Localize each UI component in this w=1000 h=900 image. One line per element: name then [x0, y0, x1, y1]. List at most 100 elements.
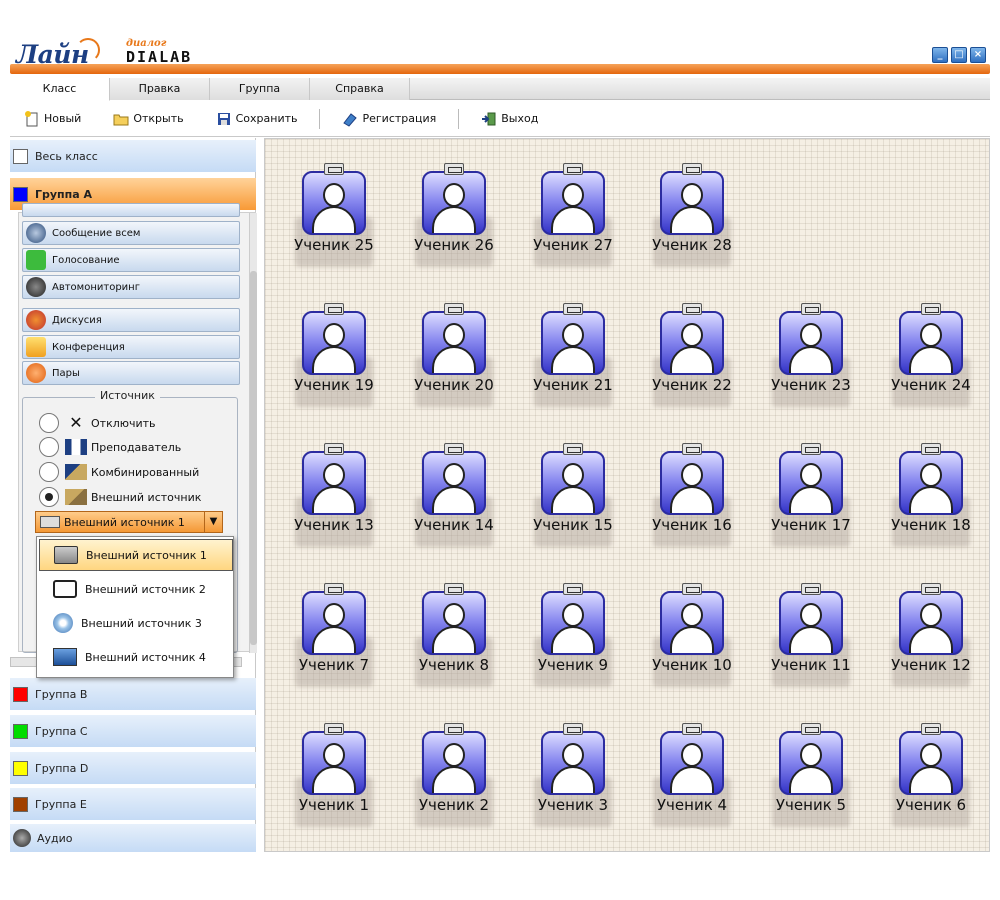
- student-card[interactable]: Ученик 27: [530, 163, 616, 273]
- student-avatar-icon: [541, 591, 605, 655]
- radio-teacher-button[interactable]: [39, 437, 59, 457]
- message-all-button[interactable]: Сообщение всем: [22, 221, 240, 245]
- maximize-button[interactable]: □: [951, 47, 967, 63]
- group-c-item[interactable]: Группа C: [10, 715, 256, 747]
- cd-disc-icon: [53, 613, 73, 633]
- new-file-icon: [25, 110, 38, 126]
- toolbar-separator: [319, 108, 321, 129]
- open-button[interactable]: Открыть: [113, 111, 184, 127]
- scrollbar-thumb[interactable]: [250, 271, 257, 645]
- student-card[interactable]: Ученик 24: [888, 303, 974, 413]
- automonitoring-button[interactable]: Автомониторинг: [22, 275, 240, 299]
- avatar-head: [800, 603, 822, 627]
- avatar-head: [323, 323, 345, 347]
- student-card[interactable]: Ученик 12: [888, 583, 974, 693]
- group-e-item[interactable]: Группа E: [10, 788, 256, 820]
- avatar-head: [800, 463, 822, 487]
- student-card[interactable]: Ученик 5: [768, 723, 854, 833]
- student-card[interactable]: Ученик 18: [888, 443, 974, 553]
- avatar-body: [432, 486, 476, 513]
- avatar-body: [670, 206, 714, 233]
- avatar-body: [909, 626, 953, 653]
- automonitoring-label: Автомониторинг: [52, 281, 140, 293]
- group-d-item[interactable]: Группа D: [10, 752, 256, 784]
- student-card[interactable]: Ученик 22: [649, 303, 735, 413]
- source-option-3[interactable]: Внешний источник 3: [39, 607, 233, 639]
- minimize-button[interactable]: _: [932, 47, 948, 63]
- student-card[interactable]: Ученик 19: [291, 303, 377, 413]
- pairs-button[interactable]: Пары: [22, 361, 240, 385]
- student-card[interactable]: Ученик 2: [411, 723, 497, 833]
- avatar-body: [670, 346, 714, 373]
- whole-class-item[interactable]: Весь класс: [10, 140, 256, 172]
- source-option-1[interactable]: Внешний источник 1: [39, 539, 233, 571]
- register-button[interactable]: Регистрация: [342, 111, 436, 127]
- student-name: Ученик 27: [533, 237, 613, 254]
- save-button[interactable]: Сохранить: [216, 111, 297, 127]
- radio-teacher[interactable]: Преподаватель: [39, 437, 181, 457]
- student-card[interactable]: Ученик 13: [291, 443, 377, 553]
- student-card[interactable]: Ученик 21: [530, 303, 616, 413]
- student-card[interactable]: Ученик 10: [649, 583, 735, 693]
- radio-combined-button[interactable]: [39, 462, 59, 482]
- student-card[interactable]: Ученик 9: [530, 583, 616, 693]
- student-card[interactable]: Ученик 4: [649, 723, 735, 833]
- student-card[interactable]: Ученик 23: [768, 303, 854, 413]
- radio-off-button[interactable]: [39, 413, 59, 433]
- tab-help[interactable]: Справка: [310, 78, 410, 100]
- student-card[interactable]: Ученик 3: [530, 723, 616, 833]
- discussion-button[interactable]: Дискусия: [22, 308, 240, 332]
- close-button[interactable]: ×: [970, 47, 986, 63]
- source-option-2-label: Внешний источник 2: [85, 582, 206, 596]
- student-avatar-icon: [660, 731, 724, 795]
- audio-item[interactable]: Аудио: [10, 824, 256, 852]
- people-group-icon: [26, 310, 46, 330]
- tab-edit[interactable]: Правка: [110, 78, 210, 100]
- radio-external[interactable]: Внешний источник: [39, 487, 201, 507]
- group-b-item[interactable]: Группа B: [10, 678, 256, 710]
- voting-button[interactable]: Голосование: [22, 248, 240, 272]
- student-card[interactable]: Ученик 16: [649, 443, 735, 553]
- student-card[interactable]: Ученик 15: [530, 443, 616, 553]
- student-name: Ученик 7: [298, 657, 370, 674]
- student-card[interactable]: Ученик 25: [291, 163, 377, 273]
- student-name: Ученик 18: [891, 517, 971, 534]
- partial-button[interactable]: [22, 203, 240, 217]
- tab-group[interactable]: Группа: [210, 78, 310, 100]
- exit-button[interactable]: Выход: [481, 111, 538, 127]
- headset-tag-icon: [921, 443, 941, 455]
- avatar-head: [323, 183, 345, 207]
- student-card[interactable]: Ученик 7: [291, 583, 377, 693]
- student-card[interactable]: Ученик 11: [768, 583, 854, 693]
- whole-class-checkbox[interactable]: [13, 148, 28, 164]
- source-option-2[interactable]: Внешний источник 2: [39, 573, 233, 605]
- tab-class[interactable]: Класс: [10, 78, 110, 101]
- student-card[interactable]: Ученик 1: [291, 723, 377, 833]
- student-card[interactable]: Ученик 6: [888, 723, 974, 833]
- chevron-down-icon[interactable]: ▼: [204, 512, 222, 532]
- radio-combined[interactable]: Комбинированный: [39, 462, 199, 482]
- avatar-body: [670, 486, 714, 513]
- source-option-4[interactable]: Внешний источник 4: [39, 641, 233, 673]
- headset-tag-icon: [801, 583, 821, 595]
- headset-tag-icon: [563, 723, 583, 735]
- tape-icon: [40, 516, 60, 528]
- avatar-head: [920, 323, 942, 347]
- student-card[interactable]: Ученик 17: [768, 443, 854, 553]
- radio-external-button[interactable]: [39, 487, 59, 507]
- student-card[interactable]: Ученик 14: [411, 443, 497, 553]
- conference-button[interactable]: Конференция: [22, 335, 240, 359]
- student-card[interactable]: Ученик 20: [411, 303, 497, 413]
- external-source-select[interactable]: Внешний источник 1 ▼: [35, 511, 223, 533]
- avatar-body: [789, 346, 833, 373]
- panel-vertical-scrollbar[interactable]: [249, 213, 257, 653]
- open-label: Открыть: [133, 112, 184, 125]
- student-card[interactable]: Ученик 26: [411, 163, 497, 273]
- student-card[interactable]: Ученик 28: [649, 163, 735, 273]
- student-name: Ученик 16: [652, 517, 732, 534]
- radio-external-label: Внешний источник: [91, 490, 202, 504]
- new-button[interactable]: Новый: [24, 110, 81, 127]
- student-card[interactable]: Ученик 8: [411, 583, 497, 693]
- avatar-body: [670, 626, 714, 653]
- radio-off[interactable]: ✕ Отключить: [39, 413, 156, 433]
